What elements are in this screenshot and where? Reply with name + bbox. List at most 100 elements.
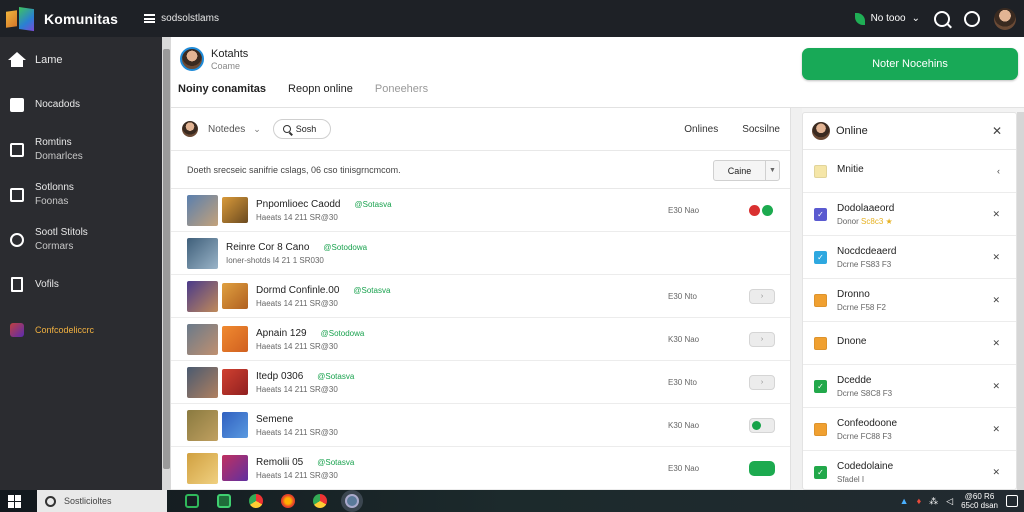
app-logo [6, 5, 34, 33]
close-icon[interactable]: ✕ [992, 124, 1002, 138]
close-icon[interactable]: ✕ [992, 424, 1000, 435]
close-icon[interactable]: ✕ [992, 467, 1000, 478]
checkbox-icon[interactable]: ✓ [814, 207, 827, 221]
chevron-down-icon[interactable]: ⌄ [253, 124, 261, 135]
row-action-button[interactable]: › [749, 288, 775, 304]
clock[interactable]: @60 R6 65c0 dsan [961, 492, 998, 510]
item-subtitle: Dcrne S8C8 F3 [837, 388, 893, 398]
row-tag[interactable]: @Sotodowa [323, 243, 367, 252]
sidebar-item-label: Romtins [35, 136, 72, 148]
sidebar-item-label: Sotlonns [35, 181, 74, 193]
checkbox-icon[interactable] [814, 293, 827, 307]
row-toggle[interactable] [749, 417, 775, 433]
sidebar-item-featured[interactable]: Confcodeliccrc [0, 307, 162, 352]
network-icon[interactable]: ▲ [900, 496, 909, 506]
sidebar-item-rooms[interactable]: Romtins Domarlces [0, 127, 162, 172]
new-community-button[interactable]: Noter Nocehins [802, 48, 1018, 80]
list-item[interactable]: ✓ Codedolaine Sfadel I ✕ [803, 451, 1016, 489]
chrome-icon-2[interactable] [313, 494, 327, 508]
sort-select[interactable]: Caine ▼ [713, 160, 780, 181]
windows-start-icon[interactable] [8, 494, 21, 508]
list-item[interactable]: Confeodoone Dcrne FC88 F3 ✕ [803, 408, 1016, 451]
sidebar-item-sections[interactable]: Sotlonns Foonas [0, 172, 162, 217]
community-list-panel: Notedes ⌄ Sosh Onlines Socsilne Doeth sr… [171, 108, 790, 490]
panel-scrollbar[interactable] [1017, 112, 1024, 490]
filter-avatar [182, 121, 198, 137]
volume-icon[interactable]: ◁ [946, 496, 953, 507]
row-action-button[interactable]: › [749, 374, 775, 390]
tab-online[interactable]: Reopn online [288, 83, 353, 101]
online-filter[interactable]: Onlines [684, 124, 718, 135]
megaphone-icon [9, 187, 25, 203]
row-tag[interactable]: @Sotasva [355, 200, 392, 209]
checkbox-icon[interactable] [814, 336, 827, 350]
table-row[interactable]: Apnain 129 @Sotodowa Haeats 14 211 SR@30… [171, 318, 790, 361]
list-item[interactable]: ✓ Dodolaaeord Donor Sc8c3 ★ ✕ [803, 193, 1016, 236]
table-row[interactable]: Semene Haeats 14 211 SR@30 K30 Nao [171, 404, 790, 447]
list-scrollbar[interactable] [790, 108, 802, 490]
taskbar-search[interactable]: Sostlicioltes [37, 490, 167, 512]
search-icon[interactable] [934, 10, 950, 27]
store-icon[interactable] [185, 494, 199, 508]
row-tag[interactable]: @Sotasva [353, 286, 390, 295]
game-thumbnail-icon [222, 282, 248, 309]
tab-researchers[interactable]: Poneehers [375, 83, 428, 101]
close-icon[interactable]: ‹ [997, 166, 1000, 176]
row-thumbnails [187, 237, 218, 269]
list-item[interactable]: Dnone ✕ [803, 322, 1016, 365]
sidebar-item-notifications[interactable]: Nocadods [0, 82, 162, 127]
sheets-icon[interactable] [217, 494, 231, 508]
sidebar-item-profiles[interactable]: Vofils [0, 262, 162, 307]
chat-icon [9, 232, 25, 248]
list-item[interactable]: Dronno Dcrne F58 F2 ✕ [803, 279, 1016, 322]
user-avatar[interactable] [994, 7, 1016, 30]
row-toggle-on[interactable] [749, 460, 775, 476]
row-tag[interactable]: @Sotasva [317, 458, 354, 467]
chrome-icon[interactable] [249, 494, 263, 508]
sidebar-item-social[interactable]: Sootl Stitols Cormars [0, 217, 162, 262]
help-icon[interactable] [964, 10, 980, 27]
table-row[interactable]: Reinre Cor 8 Cano @Sotodowa Ioner-shotds… [171, 232, 790, 275]
tab-my-communities[interactable]: Noiny conamitas [178, 83, 266, 101]
scrollbar-thumb[interactable] [163, 49, 170, 469]
row-tag[interactable]: @Sotodowa [321, 329, 365, 338]
row-tag[interactable]: @Sotasva [317, 372, 354, 381]
active-app-icon[interactable] [345, 494, 359, 508]
alert-icon[interactable]: ♦ [917, 496, 922, 506]
sidebar-item-home[interactable]: Lame [0, 37, 162, 82]
table-row[interactable]: Itedp 0306 @Sotasva Haeats 14 211 SR@30 … [171, 361, 790, 404]
table-row[interactable]: Remolii 05 @Sotasva Haeats 14 211 SR@30 … [171, 447, 790, 490]
close-icon[interactable]: ✕ [992, 295, 1000, 306]
game-thumbnail-icon [222, 325, 248, 352]
search-button[interactable]: Sosh [272, 119, 331, 139]
status-dropdown[interactable]: No tooo ⌄ [854, 12, 920, 25]
row-subtitle: Haeats 14 211 SR@30 [256, 427, 338, 437]
checkbox-icon[interactable]: ✓ [814, 465, 827, 479]
list-item[interactable]: Mnitie ‹ [803, 150, 1016, 193]
list-item[interactable]: ✓ Nocdcdeaerd Dcrne FS83 F3 ✕ [803, 236, 1016, 279]
list-item[interactable]: ✓ Dcedde Dcrne S8C8 F3 ✕ [803, 365, 1016, 408]
close-icon[interactable]: ✕ [992, 338, 1000, 349]
table-row[interactable]: Dormd Confinle.00 @Sotasva Haeats 14 211… [171, 275, 790, 318]
checkbox-icon[interactable] [814, 164, 827, 178]
sidebar-scrollbar[interactable] [162, 37, 171, 490]
row-action-button[interactable]: › [749, 331, 775, 347]
checkbox-icon[interactable] [814, 422, 827, 436]
close-icon[interactable]: ✕ [992, 209, 1000, 220]
status-dots[interactable] [749, 203, 775, 218]
notification-icon[interactable] [1006, 495, 1018, 507]
checkbox-icon[interactable]: ✓ [814, 250, 827, 264]
game-thumbnail-icon [187, 452, 218, 484]
social-filter[interactable]: Socsilne [742, 124, 780, 135]
community-profile[interactable]: Kotahts Coame [180, 47, 248, 71]
clock-date: 65c0 dsan [961, 501, 998, 510]
table-row[interactable]: Pnpomlioec Caodd @Sotasva Haeats 14 211 … [171, 189, 790, 232]
wifi-icon[interactable]: ⁂ [929, 496, 938, 507]
main-menu-button[interactable]: sodsolstlams [144, 13, 219, 24]
search-icon [282, 125, 291, 133]
checkbox-icon[interactable]: ✓ [814, 379, 827, 393]
close-icon[interactable]: ✕ [992, 252, 1000, 263]
filter-dropdown-label[interactable]: Notedes [208, 124, 245, 135]
firefox-icon[interactable] [281, 494, 295, 508]
close-icon[interactable]: ✕ [992, 381, 1000, 392]
